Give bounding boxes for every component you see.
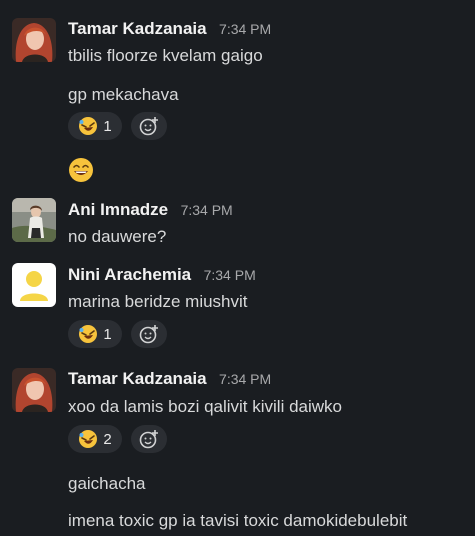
reaction-count: 1	[103, 325, 112, 343]
reaction-count: 2	[103, 430, 112, 448]
message-text: gp mekachava	[68, 85, 179, 104]
reaction-pill[interactable]: 1	[68, 320, 122, 348]
avatar[interactable]	[12, 368, 56, 412]
author-name[interactable]: Tamar Kadzanaia	[68, 19, 207, 38]
add-reaction-icon	[139, 325, 158, 344]
rolling-on-floor-laughing-icon	[79, 325, 98, 343]
smiling-face-icon	[69, 158, 93, 182]
reaction-pill[interactable]: 2	[68, 425, 122, 453]
timestamp[interactable]: 7:34 PM	[219, 21, 271, 37]
timestamp[interactable]: 7:34 PM	[204, 267, 256, 283]
avatar[interactable]	[12, 18, 56, 62]
message-text: marina beridze miushvit	[68, 292, 248, 311]
timestamp[interactable]: 7:34 PM	[219, 371, 271, 387]
message-text: no dauwere?	[68, 227, 167, 246]
author-name[interactable]: Nini Arachemia	[68, 265, 191, 284]
rolling-on-floor-laughing-icon	[79, 117, 98, 135]
message-text: xoo da lamis bozi qalivit kivili daiwko	[68, 397, 343, 416]
message-list: Tamar Kadzanaia 7:34 PM tbilis floorze k…	[0, 0, 475, 536]
reaction-count: 1	[103, 117, 112, 135]
avatar[interactable]	[12, 263, 56, 307]
avatar-photo-icon	[12, 18, 56, 62]
avatar-photo-icon	[12, 198, 56, 242]
message-text: gaichacha	[68, 474, 146, 493]
avatar[interactable]	[12, 198, 56, 242]
add-reaction-icon	[139, 430, 158, 449]
big-emoji	[68, 157, 94, 188]
add-reaction-button[interactable]	[131, 320, 167, 348]
author-name[interactable]: Ani Imnadze	[68, 200, 168, 219]
default-avatar-icon	[12, 263, 56, 307]
avatar-photo-icon	[12, 368, 56, 412]
message-text: tbilis floorze kvelam gaigo	[68, 46, 263, 65]
message-text: imena toxic gp ia tavisi toxic damokideb…	[68, 511, 408, 530]
reaction-pill[interactable]: 1	[68, 112, 122, 140]
add-reaction-icon	[139, 117, 158, 136]
rolling-on-floor-laughing-icon	[79, 430, 98, 448]
add-reaction-button[interactable]	[131, 112, 167, 140]
author-name[interactable]: Tamar Kadzanaia	[68, 369, 207, 388]
timestamp[interactable]: 7:34 PM	[181, 202, 233, 218]
add-reaction-button[interactable]	[131, 425, 167, 453]
